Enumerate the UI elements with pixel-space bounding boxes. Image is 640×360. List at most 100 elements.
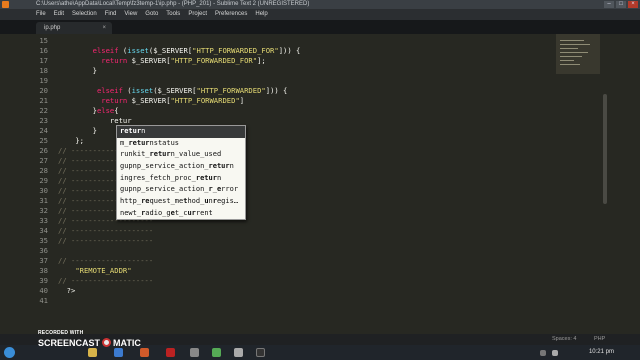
code-line[interactable]: 41 [0,296,600,306]
menu-help[interactable]: Help [255,9,267,20]
menu-edit[interactable]: Edit [54,9,64,20]
system-clock: 10:21 pm [588,349,614,355]
autocomplete-item[interactable]: http_request_method_unregis… [117,196,245,208]
menu-view[interactable]: View [124,9,137,20]
line-number: 41 [39,296,48,305]
code-line[interactable]: 31// ------------------- [0,196,600,206]
line-number: 32 [39,206,48,215]
tab-ip-php[interactable]: ip.php × [36,22,112,34]
autocomplete-item[interactable]: newt_radio_get_current [117,208,245,220]
autocomplete-item[interactable]: gupnp_service_action_return [117,161,245,173]
code-line[interactable]: 36 [0,246,600,256]
code-text: elseif (isset($_SERVER["HTTP_FORWARDED"]… [96,86,288,95]
autocomplete-popup[interactable]: return m_returnstatus runkit_return_value_… [116,125,246,220]
code-line[interactable]: 29// ------------------- [0,176,600,186]
code-line[interactable]: 16 elseif (isset($_SERVER["HTTP_FORWARDE… [0,46,600,56]
screencast-watermark: RECORDED WITH SCREENCAST MATIC [38,330,141,348]
tray-icon[interactable] [540,350,546,356]
autocomplete-item[interactable]: gupnp_service_action_r_error [117,184,245,196]
menu-preferences[interactable]: Preferences [215,9,247,20]
code-line[interactable]: 39 // ------------------- [0,276,600,286]
vertical-scrollbar[interactable] [603,94,607,204]
code-line[interactable]: 19 [0,76,600,86]
syntax-status[interactable]: PHP [594,334,605,345]
menu-file[interactable]: File [36,9,46,20]
autocomplete-item[interactable]: m_returnstatus [117,138,245,150]
code-line[interactable]: 26// ------------------- [0,146,600,156]
ftp-icon[interactable] [166,348,175,357]
code-line[interactable]: 38 "REMOTE_ADDR" [0,266,600,276]
menu-bar: File Edit Selection Find View Goto Tools Projec… [0,9,640,20]
code-editor[interactable]: 15 16 elseif (isset($_SERVER["HTTP_FORWAR… [0,34,640,334]
code-line[interactable]: 37 // ------------------- [0,256,600,266]
code-line[interactable]: 27// ------------------- [0,156,600,166]
line-number: 29 [39,176,48,185]
minimize-button[interactable]: – [604,1,614,8]
code-line[interactable]: 30// ------------------- [0,186,600,196]
autocomplete-item[interactable]: return [117,126,245,138]
code-line[interactable]: 28// ------------------- [0,166,600,176]
code-text: }; [58,136,84,145]
code-line[interactable]: 40 ?> [0,286,600,296]
maximize-button[interactable]: □ [616,1,626,8]
line-number: 28 [39,166,48,175]
watermark-brand-b: MATIC [113,338,141,348]
line-number: 16 [39,46,48,55]
line-number: 38 [39,266,48,275]
watermark-brand-a: SCREENCAST [38,338,101,348]
indentation-status[interactable]: Spaces: 4 [552,334,576,345]
app-icon[interactable] [190,348,199,357]
line-number: 36 [39,246,48,255]
tab-close-icon[interactable]: × [102,22,106,34]
line-number: 17 [39,56,48,65]
browser-icon[interactable] [114,348,123,357]
explorer-icon[interactable] [88,348,97,357]
code-text: "REMOTE_ADDR" [75,266,132,275]
start-button-icon[interactable] [4,347,15,358]
line-number: 24 [39,126,48,135]
code-text: } [58,126,97,135]
menu-selection[interactable]: Selection [72,9,97,20]
code-text: } [58,66,97,75]
code-text: // ------------------- [58,276,154,285]
watermark-recorded-with: RECORDED WITH [38,330,84,336]
code-line[interactable]: 15 [0,36,600,46]
line-number: 27 [39,156,48,165]
code-line[interactable]: 17 return $_SERVER["HTTP_FORWARDED_FOR"]… [0,56,600,66]
code-line[interactable]: 20 elseif (isset($_SERVER["HTTP_FORWARDE… [0,86,600,96]
code-line[interactable]: 33// ------------------- [0,216,600,226]
code-line[interactable]: 24 } [0,126,600,136]
gear-icon[interactable] [234,348,243,357]
code-line[interactable]: 25 }; [0,136,600,146]
menu-goto[interactable]: Goto [145,9,158,20]
line-number: 25 [39,136,48,145]
code-text: }else{ [58,106,119,115]
autocomplete-item[interactable]: runkit_return_value_used [117,149,245,161]
line-number: 31 [39,196,48,205]
autocomplete-item[interactable]: ingres_fetch_proc_return [117,173,245,185]
code-line[interactable]: 34 // ------------------- [0,226,600,236]
code-line[interactable]: 22 }else{ [0,106,600,116]
close-window-button[interactable]: × [628,1,638,8]
tab-bar: ip.php × [0,20,640,34]
code-line[interactable]: 32// ------------------- [0,206,600,216]
terminal-icon[interactable] [256,348,265,357]
tab-label: ip.php [44,25,61,31]
window-title: C:\Users\athe\AppData\Local\Temp\fz3temp… [36,1,310,7]
menu-find[interactable]: Find [105,9,117,20]
code-line[interactable]: 21 return $_SERVER["HTTP_FORWARDED"] [0,96,600,106]
sublime-app-icon [2,1,9,8]
chat-icon[interactable] [212,348,221,357]
media-icon[interactable] [140,348,149,357]
menu-tools[interactable]: Tools [166,9,180,20]
volume-icon[interactable] [552,350,558,356]
line-number: 18 [39,66,48,75]
menu-project[interactable]: Project [188,9,207,20]
code-line[interactable]: 23 retur [0,116,600,126]
code-line[interactable]: 35 // ------------------- [0,236,600,246]
line-number: 34 [39,226,48,235]
line-number: 19 [39,76,48,85]
code-line[interactable]: 18 } [0,66,600,76]
window-controls: – □ × [604,1,638,8]
line-number: 23 [39,116,48,125]
